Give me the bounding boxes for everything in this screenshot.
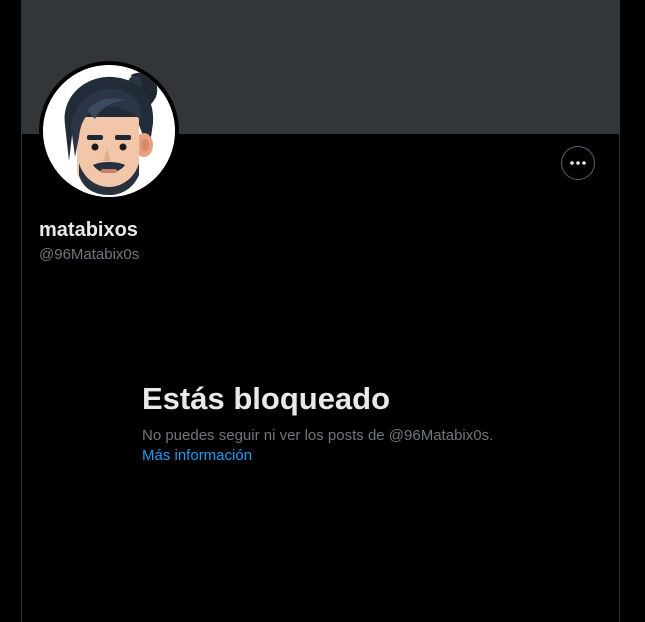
app-frame: matabixos @96Matabix0s Estás bloqueado N… — [0, 0, 645, 622]
profile-column: matabixos @96Matabix0s Estás bloqueado N… — [21, 0, 620, 622]
more-info-link[interactable]: Más información — [142, 446, 252, 466]
more-options-button[interactable] — [561, 146, 595, 180]
profile-handle: @96Matabix0s — [39, 246, 140, 263]
blocked-notice: Estás bloqueado No puedes seguir ni ver … — [142, 380, 562, 466]
blocked-message: No puedes seguir ni ver los posts de @96… — [142, 427, 494, 444]
profile-display-name: matabixos — [39, 219, 138, 241]
blocked-title: Estás bloqueado — [142, 381, 391, 416]
cartoon-avatar-icon — [43, 65, 175, 197]
profile-avatar-button[interactable] — [39, 61, 179, 201]
more-options-icon — [570, 161, 586, 165]
